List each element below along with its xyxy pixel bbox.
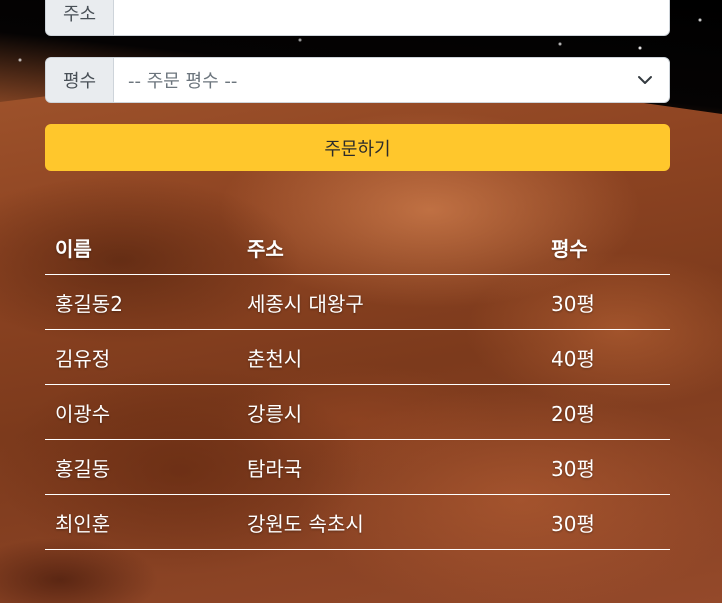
header-name: 이름 [45,220,237,275]
cell-name: 홍길동 [45,439,237,495]
cell-pyeong: 40평 [541,329,670,385]
table-row: 홍길동2 세종시 대왕구 30평 [45,274,670,330]
cell-name: 최인훈 [45,494,237,550]
cell-address: 탐라국 [237,439,541,495]
cell-pyeong: 20평 [541,384,670,440]
address-label: 주소 [46,0,114,35]
address-field-wrap [114,0,669,35]
chevron-down-icon [638,76,652,84]
cell-address: 세종시 대왕구 [237,274,541,330]
table-row: 홍길동 탐라국 30평 [45,439,670,495]
pyeong-label: 평수 [46,58,114,102]
header-address: 주소 [237,220,541,275]
cell-address: 춘천시 [237,329,541,385]
address-input-group: 주소 [45,0,670,36]
cell-address: 강릉시 [237,384,541,440]
cell-name: 김유정 [45,329,237,385]
table-row: 최인훈 강원도 속초시 30평 [45,494,670,550]
cell-pyeong: 30평 [541,274,670,330]
pyeong-select[interactable]: -- 주문 평수 -- [114,58,669,102]
table-header-row: 이름 주소 평수 [45,220,670,275]
cell-pyeong: 30평 [541,494,670,550]
pyeong-select-group: 평수 -- 주문 평수 -- [45,57,670,103]
table-row: 김유정 춘천시 40평 [45,329,670,385]
header-pyeong: 평수 [541,220,670,275]
cell-name: 이광수 [45,384,237,440]
order-table: 이름 주소 평수 홍길동2 세종시 대왕구 30평 김유정 춘천시 40평 이광… [45,220,670,550]
table-row: 이광수 강릉시 20평 [45,384,670,440]
pyeong-select-value: -- 주문 평수 -- [128,71,238,92]
cell-pyeong: 30평 [541,439,670,495]
cell-address: 강원도 속초시 [237,494,541,550]
cell-name: 홍길동2 [45,274,237,330]
order-button[interactable]: 주문하기 [45,124,670,171]
address-input[interactable] [128,0,669,35]
